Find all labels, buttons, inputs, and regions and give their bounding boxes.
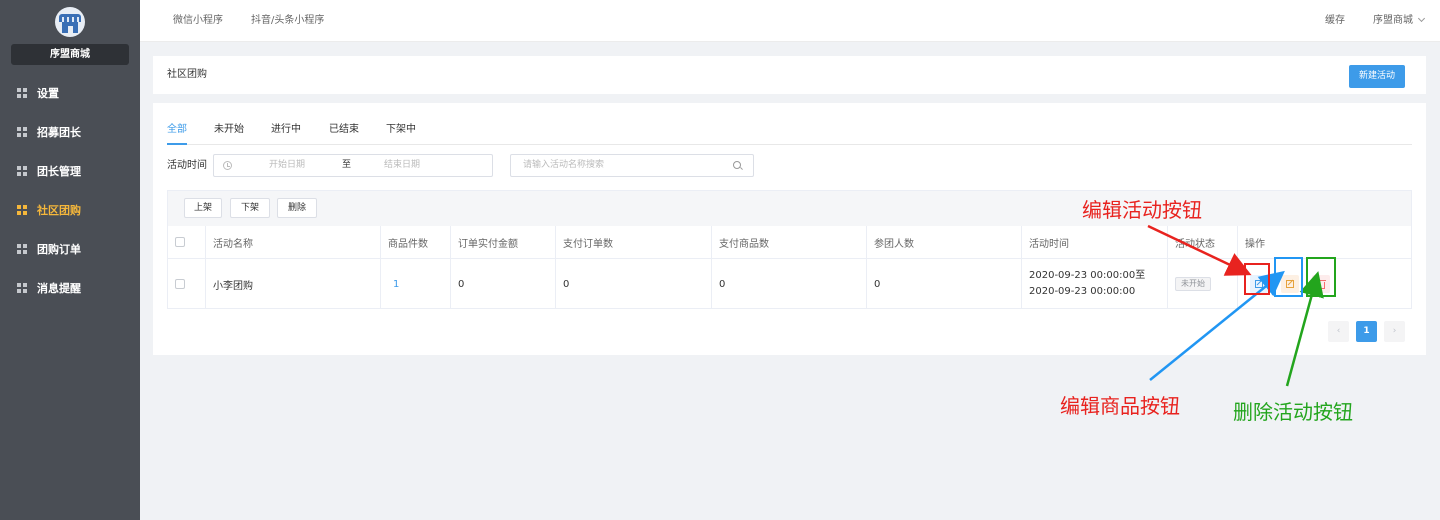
operations-cell [1238, 259, 1411, 309]
sidebar-item-leader-management[interactable]: 团长管理 [0, 151, 140, 190]
page-1-button[interactable]: 1 [1356, 321, 1377, 342]
tab-ended[interactable]: 已结束 [329, 119, 359, 145]
date-range-picker[interactable]: 开始日期 至 结束日期 [213, 154, 493, 177]
sidebar-item-settings[interactable]: 设置 [0, 73, 140, 112]
column-header: 支付订单数 [556, 226, 712, 258]
clock-icon [223, 161, 232, 170]
sidebar-item-label: 团购订单 [37, 242, 81, 256]
tab-wechat-miniprogram[interactable]: 微信小程序 [173, 0, 223, 42]
activity-name: 小李团购 [206, 259, 381, 309]
sidebar-item-community-group-buy[interactable]: 社区团购 [0, 190, 140, 229]
goods-count-cell: 1 [381, 259, 451, 309]
sidebar-item-label: 社区团购 [37, 203, 81, 217]
column-header: 订单实付金额 [451, 226, 556, 258]
edit-goods-button[interactable] [1281, 275, 1299, 293]
activity-time-cell: 2020-09-23 00:00:00至 2020-09-23 00:00:00 [1022, 259, 1168, 309]
top-bar: 微信小程序 抖音/头条小程序 缓存 序盟商城 [140, 0, 1440, 42]
grid-icon [17, 87, 27, 98]
sidebar-item-notifications[interactable]: 消息提醒 [0, 268, 140, 307]
main-panel: 全部 未开始 进行中 已结束 下架中 活动时间 开始日期 至 结束日期 请输入活… [153, 103, 1426, 355]
paid-goods: 0 [712, 259, 867, 309]
delist-button[interactable]: 下架 [230, 198, 270, 218]
status-badge: 未开始 [1175, 277, 1211, 291]
sidebar-item-label: 招募团长 [37, 125, 81, 139]
column-header: 活动名称 [206, 226, 381, 258]
sidebar: 序盟商城 设置 招募团长 团长管理 社区团购 团购订单 消息提醒 [0, 0, 140, 520]
select-all-checkbox[interactable] [175, 237, 185, 247]
end-date-input[interactable]: 结束日期 [384, 155, 420, 176]
tab-off-shelf[interactable]: 下架中 [386, 119, 416, 145]
paid-orders: 0 [556, 259, 712, 309]
delete-activity-annotation: 删除活动按钮 [1233, 400, 1353, 424]
row-checkbox-cell [168, 259, 206, 309]
new-activity-button[interactable]: 新建活动 [1349, 65, 1405, 88]
tab-in-progress[interactable]: 进行中 [271, 119, 301, 145]
cache-button[interactable]: 缓存 [1325, 0, 1345, 42]
grid-icon [17, 126, 27, 137]
page-header: 社区团购 新建活动 [153, 56, 1426, 94]
delete-activity-button[interactable] [1312, 275, 1330, 293]
time-start: 2020-09-23 00:00:00至 [1029, 270, 1146, 281]
tab-all[interactable]: 全部 [167, 119, 187, 145]
search-placeholder: 请输入活动名称搜索 [523, 160, 605, 170]
participants: 0 [867, 259, 1022, 309]
bulk-actions-bar: 上架 下架 删除 [168, 191, 1411, 226]
goods-count-link[interactable]: 1 [393, 279, 399, 290]
edit-icon [1286, 280, 1294, 288]
paid-amount: 0 [451, 259, 556, 309]
next-page-button[interactable]: › [1384, 321, 1405, 342]
edit-goods-annotation: 编辑商品按钮 [1060, 394, 1180, 418]
table-header: 活动名称 商品件数 订单实付金额 支付订单数 支付商品数 参团人数 活动时间 活… [168, 226, 1411, 259]
prev-page-button[interactable]: ‹ [1328, 321, 1349, 342]
grid-icon [17, 282, 27, 293]
grid-icon [17, 243, 27, 254]
sidebar-item-label: 消息提醒 [37, 281, 81, 295]
table-row: 小李团购 1 0 0 0 0 2020-09-23 00:00:00至 2020… [168, 259, 1411, 309]
tab-not-started[interactable]: 未开始 [214, 119, 244, 145]
start-date-input[interactable]: 开始日期 [269, 155, 305, 176]
status-tabs: 全部 未开始 进行中 已结束 下架中 [167, 119, 1412, 145]
account-name: 序盟商城 [1373, 15, 1413, 26]
column-header: 参团人数 [867, 226, 1022, 258]
sidebar-item-label: 团长管理 [37, 164, 81, 178]
column-header: 操作 [1245, 238, 1265, 250]
column-header: 商品件数 [381, 226, 451, 258]
column-header: 活动状态 [1168, 226, 1238, 258]
time-end: 2020-09-23 00:00:00 [1029, 286, 1136, 297]
search-icon[interactable] [733, 161, 741, 169]
shop-name: 序盟商城 [11, 44, 129, 65]
grid-icon [17, 204, 27, 215]
sidebar-item-label: 设置 [37, 86, 59, 100]
activity-time-label: 活动时间 [167, 160, 207, 171]
account-menu[interactable]: 序盟商城 [1373, 0, 1426, 42]
list-button[interactable]: 上架 [184, 198, 222, 218]
store-logo-icon [55, 7, 85, 37]
trash-icon [1316, 279, 1326, 289]
tab-douyin-miniprogram[interactable]: 抖音/头条小程序 [251, 0, 324, 42]
header-checkbox-cell [168, 226, 206, 258]
column-header: 支付商品数 [712, 226, 867, 258]
edit-activity-button[interactable] [1250, 275, 1268, 293]
grid-icon [17, 165, 27, 176]
edit-icon [1255, 280, 1263, 288]
column-header: 活动时间 [1022, 226, 1168, 258]
search-input[interactable]: 请输入活动名称搜索 [510, 154, 754, 177]
sidebar-item-recruit-leader[interactable]: 招募团长 [0, 112, 140, 151]
activity-table: 上架 下架 删除 活动名称 商品件数 订单实付金额 支付订单数 支付商品数 参团… [167, 190, 1412, 309]
delete-button[interactable]: 删除 [277, 198, 317, 218]
row-checkbox[interactable] [175, 279, 185, 289]
page-title: 社区团购 [167, 69, 207, 80]
chevron-down-icon [1417, 14, 1426, 23]
sidebar-item-group-orders[interactable]: 团购订单 [0, 229, 140, 268]
date-separator: 至 [342, 160, 352, 170]
status-cell: 未开始 [1168, 259, 1238, 309]
